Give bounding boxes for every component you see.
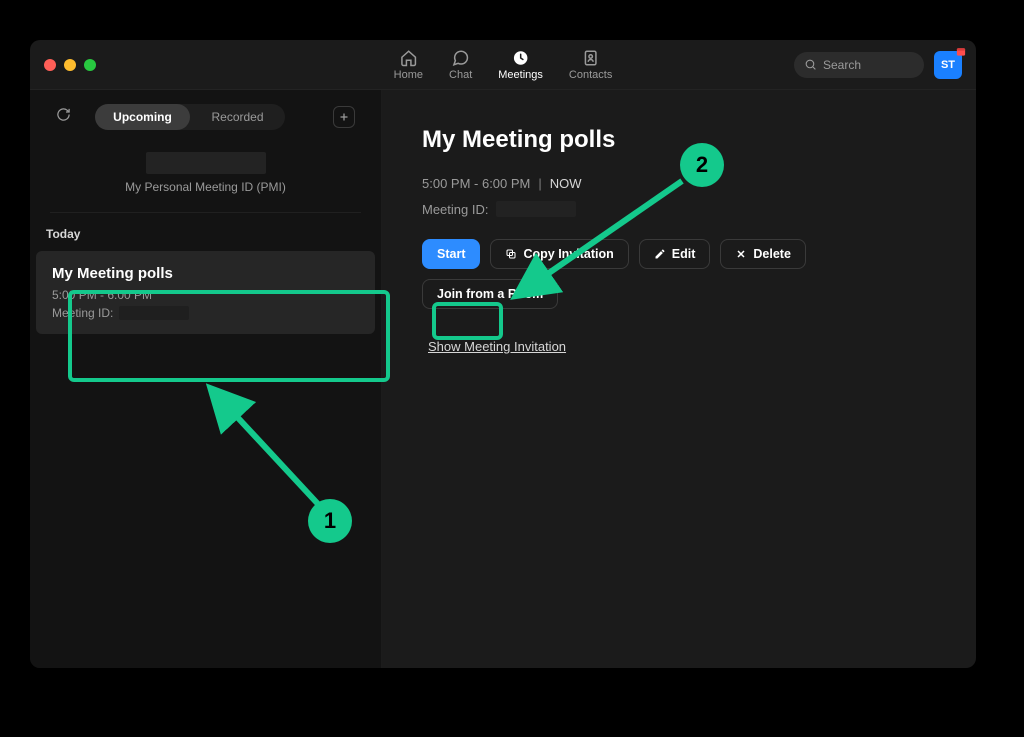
nav-chat-label: Chat	[449, 69, 472, 81]
tab-upcoming[interactable]: Upcoming	[95, 104, 190, 130]
start-button[interactable]: Start	[422, 239, 480, 269]
traffic-lights	[44, 59, 96, 71]
meeting-detail-pane: My Meeting polls 5:00 PM - 6:00 PM | NOW…	[382, 90, 976, 668]
avatar-initials: ST	[941, 59, 955, 71]
app-window: Home Chat Meetings	[30, 40, 976, 668]
nav-meetings[interactable]: Meetings	[498, 49, 543, 81]
edit-button[interactable]: Edit	[639, 239, 711, 269]
topbar-right: Search ST	[794, 51, 962, 79]
search-placeholder: Search	[823, 58, 861, 72]
nav-contacts-label: Contacts	[569, 69, 612, 81]
pmi-label: My Personal Meeting ID (PMI)	[56, 180, 355, 194]
meeting-item-time: 5:00 PM - 6:00 PM	[52, 288, 359, 302]
copy-invitation-button[interactable]: Copy Invitation	[490, 239, 628, 269]
nav-contacts[interactable]: Contacts	[569, 49, 612, 81]
nav-home-label: Home	[394, 69, 423, 81]
nav-home[interactable]: Home	[394, 49, 423, 81]
join-from-room-button[interactable]: Join from a Room	[422, 279, 558, 309]
copy-icon	[505, 248, 517, 260]
meeting-item-id-redacted	[119, 306, 189, 320]
show-invitation-link[interactable]: Show Meeting Invitation	[428, 339, 566, 354]
calendar-badge-icon	[955, 46, 967, 57]
x-icon	[735, 248, 747, 260]
contacts-icon	[582, 49, 600, 67]
add-meeting-button[interactable]	[333, 106, 355, 128]
pencil-icon	[654, 248, 666, 260]
clock-icon	[512, 49, 530, 67]
detail-time: 5:00 PM - 6:00 PM	[422, 176, 530, 191]
search-input[interactable]: Search	[794, 52, 924, 78]
refresh-button[interactable]	[56, 107, 71, 127]
pmi-number-redacted	[146, 152, 266, 174]
maximize-window-button[interactable]	[84, 59, 96, 71]
meeting-list-item[interactable]: My Meeting polls 5:00 PM - 6:00 PM Meeti…	[36, 251, 375, 334]
refresh-icon	[56, 107, 71, 122]
meeting-item-id-label: Meeting ID:	[52, 306, 113, 320]
sidebar: Upcoming Recorded My Personal Meeting ID…	[30, 90, 382, 668]
detail-id-label: Meeting ID:	[422, 202, 488, 217]
close-window-button[interactable]	[44, 59, 56, 71]
nav-chat[interactable]: Chat	[449, 49, 472, 81]
nav-meetings-label: Meetings	[498, 69, 543, 81]
pmi-block[interactable]: My Personal Meeting ID (PMI)	[56, 152, 355, 194]
detail-now-label: NOW	[550, 176, 582, 191]
delete-button[interactable]: Delete	[720, 239, 806, 269]
today-heading: Today	[46, 227, 355, 241]
plus-icon	[338, 111, 350, 123]
tab-recorded[interactable]: Recorded	[190, 104, 285, 130]
detail-id-row: Meeting ID:	[422, 201, 936, 217]
detail-actions-row: Start Copy Invitation Edit Delete	[422, 239, 936, 269]
detail-title: My Meeting polls	[422, 126, 936, 154]
separator: |	[538, 176, 541, 191]
chat-icon	[452, 49, 470, 67]
meeting-item-title: My Meeting polls	[52, 265, 359, 282]
divider	[50, 212, 361, 213]
avatar[interactable]: ST	[934, 51, 962, 79]
meetings-filter-segment: Upcoming Recorded	[95, 104, 285, 130]
detail-time-row: 5:00 PM - 6:00 PM | NOW	[422, 176, 936, 191]
minimize-window-button[interactable]	[64, 59, 76, 71]
detail-id-redacted	[496, 201, 576, 217]
home-icon	[399, 49, 417, 67]
search-icon	[804, 58, 817, 71]
top-nav: Home Chat Meetings	[394, 49, 613, 81]
titlebar: Home Chat Meetings	[30, 40, 976, 90]
